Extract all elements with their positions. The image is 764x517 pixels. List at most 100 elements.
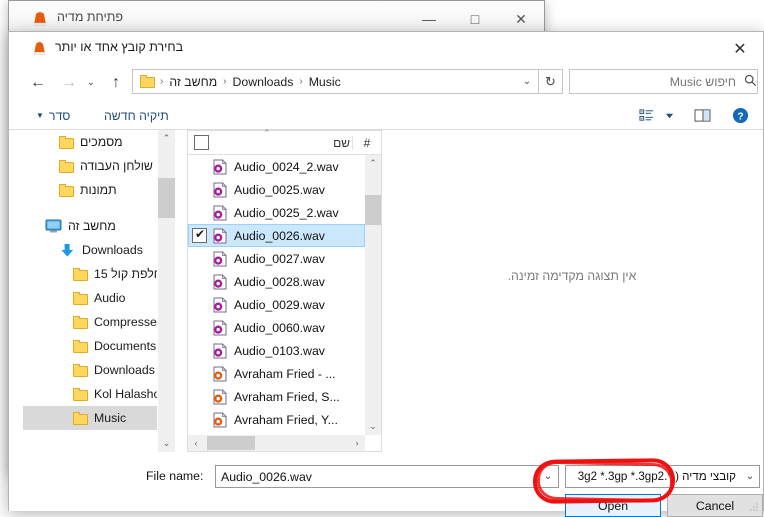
this-pc-icon bbox=[45, 219, 62, 234]
file-list-scroll-down-icon[interactable]: ⌄ bbox=[365, 418, 381, 435]
folder-icon bbox=[73, 267, 88, 281]
folder-icon bbox=[73, 387, 88, 401]
sidebar-item-this-pc[interactable]: מחשב זה bbox=[23, 214, 157, 238]
breadcrumb-separator: › bbox=[299, 76, 303, 87]
preview-pane: אין תצוגה מקדימה זמינה. bbox=[389, 130, 755, 452]
file-name: Audio_0103.wav bbox=[234, 343, 325, 358]
file-row-selected[interactable]: ✔ Audio_0026.wav bbox=[188, 224, 365, 247]
sidebar-item-audio[interactable]: Audio bbox=[23, 286, 157, 310]
sidebar-item-compressed[interactable]: Compressed bbox=[23, 310, 164, 334]
file-list-hscroll-thumb[interactable] bbox=[207, 436, 255, 450]
organize-button[interactable]: סדר ▼ bbox=[31, 105, 75, 126]
file-row[interactable]: Audio_0060.wav bbox=[188, 316, 365, 339]
file-list-scroll-right-icon[interactable]: › bbox=[349, 435, 365, 451]
sidebar-item-label: Audio bbox=[94, 291, 126, 305]
folder-icon bbox=[59, 159, 74, 173]
resize-grip-icon[interactable] bbox=[749, 498, 759, 511]
sidebar-item-documents[interactable]: מסמכים bbox=[23, 130, 157, 154]
navigation-bar: ← → ⌄ ↑ › מחשב זה › Downloads › Music ⌄ … bbox=[9, 65, 763, 100]
folder-icon bbox=[73, 363, 88, 377]
file-name: Audio_0026.wav bbox=[234, 228, 325, 243]
sidebar-item-documents-sub[interactable]: Documents bbox=[23, 334, 157, 358]
file-row[interactable]: Audio_0103.wav bbox=[188, 339, 365, 362]
file-row[interactable]: Audio_0027.wav bbox=[188, 247, 365, 270]
file-type-combobox[interactable]: ⌄ קובצי מדיה ( *.3g2 *.3gp *.3gp2 bbox=[565, 465, 760, 488]
navigation-sidebar[interactable]: מסמכים שולחן העבודה תמונות מחשב זה Downl… bbox=[23, 130, 175, 452]
sidebar-item-voice-change-15[interactable]: 'החלפת קול 15 bbox=[23, 262, 172, 286]
wav-file-icon bbox=[212, 342, 228, 359]
file-list-scroll-left-icon[interactable]: ‹ bbox=[188, 435, 204, 451]
breadcrumb-separator: › bbox=[160, 76, 164, 87]
sidebar-item-downloads-sub[interactable]: Downloads bbox=[23, 358, 157, 382]
file-list-body[interactable]: Audio_0024_2.wav Audio_0025.wav Audio_00… bbox=[188, 155, 365, 435]
sidebar-item-label: Downloads bbox=[82, 243, 143, 257]
folder-tree: מסמכים שולחן העבודה תמונות מחשב זה Downl… bbox=[23, 130, 172, 430]
wav-file-icon bbox=[212, 250, 228, 267]
sidebar-item-music[interactable]: Music bbox=[23, 406, 157, 430]
file-list-horizontal-scrollbar[interactable]: ‹ › bbox=[188, 435, 365, 451]
file-list-pane: שם ⌃ # Audio_0024_2.wav Audio_0025.wav A… bbox=[187, 128, 382, 452]
refresh-icon[interactable]: ↻ bbox=[539, 69, 563, 94]
breadcrumb-item-this-pc[interactable]: מחשב זה bbox=[168, 75, 218, 89]
file-name: Avraham Fried - ... bbox=[234, 366, 336, 381]
recent-locations-chevron-down-icon[interactable]: ⌄ bbox=[83, 70, 99, 95]
select-all-checkbox[interactable] bbox=[194, 135, 209, 150]
column-header-name[interactable]: שם ⌃ bbox=[215, 128, 352, 150]
search-box[interactable] bbox=[569, 69, 758, 94]
new-folder-button[interactable]: תיקיה חדשה bbox=[99, 105, 174, 126]
file-row[interactable]: Audio_0029.wav bbox=[188, 293, 365, 316]
address-chevron-down-icon[interactable]: ⌄ bbox=[516, 76, 538, 87]
file-row[interactable]: Audio_0025.wav bbox=[188, 178, 365, 201]
dialog-titlebar[interactable]: בחירת קובץ אחד או יותר ✕ bbox=[9, 32, 763, 65]
file-name: Audio_0028.wav bbox=[234, 274, 325, 289]
file-list-vertical-scrollbar[interactable]: ⌃ ⌄ bbox=[365, 155, 381, 435]
sidebar-scroll-up-icon[interactable]: ⌃ bbox=[158, 130, 175, 147]
sidebar-item-label: Documents bbox=[94, 339, 157, 353]
file-list-scroll-thumb[interactable] bbox=[365, 195, 381, 225]
file-row[interactable]: Audio_0024_2.wav bbox=[188, 155, 365, 178]
file-list-scroll-up-icon[interactable]: ⌃ bbox=[365, 155, 381, 172]
search-input[interactable] bbox=[570, 74, 743, 89]
view-chevron-down-icon[interactable] bbox=[661, 103, 677, 127]
file-name: Audio_0029.wav bbox=[234, 297, 325, 312]
sidebar-scroll-thumb[interactable] bbox=[158, 178, 175, 218]
file-type-chevron-down-icon[interactable]: ⌄ bbox=[741, 471, 759, 482]
file-row[interactable]: Avraham Fried - ... bbox=[188, 362, 365, 385]
sidebar-item-pictures[interactable]: תמונות bbox=[23, 178, 157, 202]
wav-file-icon bbox=[212, 158, 228, 175]
sidebar-item-desktop[interactable]: שולחן העבודה bbox=[23, 154, 157, 178]
sidebar-scrollbar[interactable]: ⌃ ⌄ bbox=[157, 130, 175, 452]
file-checkbox-checked[interactable]: ✔ bbox=[192, 228, 207, 243]
wav-file-icon bbox=[212, 388, 228, 405]
file-name-combobox[interactable]: ⌄ bbox=[215, 465, 559, 488]
toolbar: סדר ▼ תיקיה חדשה ? bbox=[9, 100, 763, 130]
dialog-close-icon[interactable]: ✕ bbox=[717, 32, 763, 65]
preview-pane-icon[interactable] bbox=[689, 103, 715, 127]
wav-file-icon bbox=[212, 411, 228, 428]
sidebar-item-kol-halashon[interactable]: Kol Halashon bbox=[23, 382, 167, 406]
search-icon[interactable] bbox=[743, 74, 757, 90]
downloads-arrow-icon bbox=[59, 243, 76, 258]
breadcrumb-item-downloads[interactable]: Downloads bbox=[232, 75, 295, 89]
up-button[interactable]: ↑ bbox=[103, 70, 129, 95]
sidebar-scroll-down-icon[interactable]: ⌄ bbox=[158, 435, 175, 452]
address-bar[interactable]: › מחשב זה › Downloads › Music ⌄ bbox=[132, 69, 539, 94]
breadcrumb-item-music[interactable]: Music bbox=[308, 75, 342, 89]
forward-button[interactable]: → bbox=[56, 70, 82, 95]
back-button[interactable]: ← bbox=[25, 70, 51, 95]
sidebar-item-downloads-root[interactable]: Downloads bbox=[23, 238, 157, 262]
open-button[interactable]: Open bbox=[565, 494, 661, 517]
file-row[interactable]: Audio_0028.wav bbox=[188, 270, 365, 293]
column-header-number[interactable]: # bbox=[352, 135, 381, 150]
help-icon[interactable]: ? bbox=[727, 103, 753, 127]
file-name-chevron-down-icon[interactable]: ⌄ bbox=[538, 471, 558, 482]
view-layout-icon[interactable] bbox=[633, 103, 659, 127]
file-row[interactable]: Avraham Fried, S... bbox=[188, 385, 365, 408]
file-row[interactable]: Avraham Fried, Y... bbox=[188, 408, 365, 431]
file-row[interactable]: Audio_0025_2.wav bbox=[188, 201, 365, 224]
wav-file-icon bbox=[212, 181, 228, 198]
file-name: Audio_0027.wav bbox=[234, 251, 325, 266]
file-name-input[interactable] bbox=[216, 469, 538, 484]
wav-file-icon bbox=[212, 319, 228, 336]
